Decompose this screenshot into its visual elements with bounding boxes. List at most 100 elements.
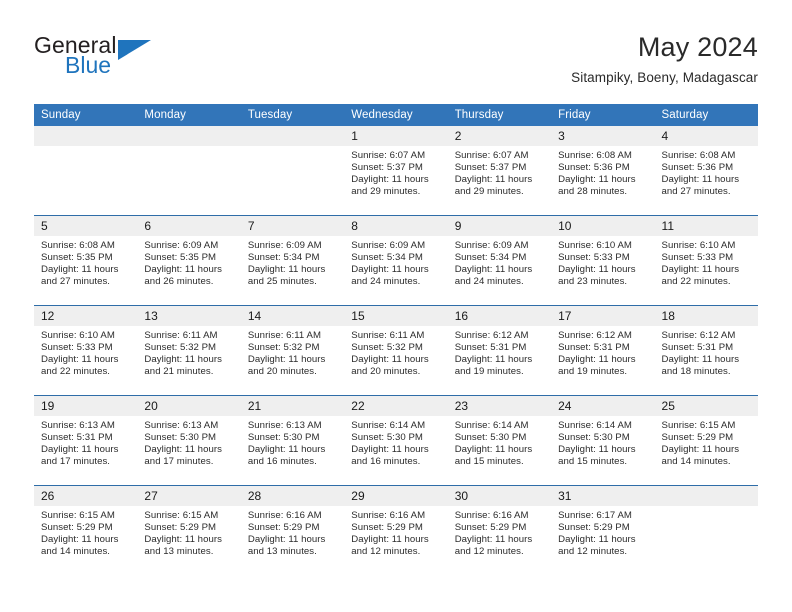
calendar-day-cell[interactable]: 19 Sunrise: 6:13 AM Sunset: 5:31 PM Dayligh… (34, 395, 138, 486)
sunrise-text: Sunrise: 6:13 AM (144, 420, 219, 431)
calendar-day-cell[interactable]: 11 Sunrise: 6:10 AM Sunset: 5:33 PM Dayligh… (654, 215, 758, 306)
daylight-text-line2: and 12 minutes. (558, 546, 628, 558)
daylight-text-line2: and 12 minutes. (454, 546, 524, 558)
calendar-day-cell[interactable]: 17 Sunrise: 6:12 AM Sunset: 5:31 PM Dayligh… (551, 305, 655, 396)
calendar-day-cell[interactable]: 29 Sunrise: 6:16 AM Sunset: 5:29 PM Dayligh… (344, 485, 448, 575)
calendar-day-cell[interactable]: 21 Sunrise: 6:13 AM Sunset: 5:30 PM Dayligh… (240, 395, 345, 486)
day-cell-inner (34, 126, 138, 215)
daylight-text-line1: Daylight: 11 hours (454, 354, 533, 366)
day-cell-inner: 13 Sunrise: 6:11 AM Sunset: 5:32 PM Dayligh… (137, 306, 241, 395)
calendar-day-cell[interactable]: 26 Sunrise: 6:15 AM Sunset: 5:29 PM Dayligh… (34, 485, 138, 575)
daylight-text-line2: and 19 minutes. (454, 366, 524, 378)
calendar-day-cell[interactable]: 27 Sunrise: 6:15 AM Sunset: 5:29 PM Dayligh… (137, 485, 241, 575)
daylight-text-line2: and 14 minutes. (661, 456, 731, 468)
daylight-text-line1: Daylight: 11 hours (558, 174, 636, 186)
calendar-day-cell[interactable]: 4 Sunrise: 6:08 AM Sunset: 5:36 PM Daylight… (654, 126, 758, 216)
calendar-day-cell[interactable]: 18 Sunrise: 6:12 AM Sunset: 5:31 PM Dayligh… (654, 305, 758, 396)
calendar-day-cell[interactable]: 23 Sunrise: 6:14 AM Sunset: 5:30 PM Dayligh… (447, 395, 552, 486)
calendar-week-row: 1 Sunrise: 6:07 AM Sunset: 5:37 PM Daylight… (34, 126, 758, 216)
daylight-text-line2: and 16 minutes. (247, 456, 317, 468)
sunset-text: Sunset: 5:29 PM (661, 432, 734, 444)
page-subtitle: Sitampiky, Boeny, Madagascar (571, 70, 758, 85)
day-number: 2 (447, 126, 552, 146)
logo-text-blue: Blue (65, 52, 112, 78)
day-cell-inner: 19 Sunrise: 6:13 AM Sunset: 5:31 PM Dayligh… (34, 396, 138, 485)
sunset-text: Sunset: 5:33 PM (41, 342, 113, 354)
day-cell-inner: 22 Sunrise: 6:14 AM Sunset: 5:30 PM Dayligh… (344, 396, 448, 485)
day-cell-inner: 30 Sunrise: 6:16 AM Sunset: 5:29 PM Dayligh… (447, 486, 552, 575)
day-cell-details: Sunrise: 6:14 AM Sunset: 5:30 PM Daylight:… (551, 416, 654, 468)
calendar-day-cell[interactable]: 28 Sunrise: 6:16 AM Sunset: 5:29 PM Dayligh… (240, 485, 345, 575)
day-number: 9 (447, 216, 552, 236)
calendar-day-cell[interactable]: 14 Sunrise: 6:11 AM Sunset: 5:32 PM Dayligh… (240, 305, 345, 396)
daylight-text-line1: Daylight: 11 hours (454, 444, 533, 456)
calendar-day-cell[interactable]: 5 Sunrise: 6:08 AM Sunset: 5:35 PM Daylight… (34, 215, 138, 306)
sunrise-text: Sunrise: 6:11 AM (351, 330, 425, 341)
calendar-day-cell[interactable]: 30 Sunrise: 6:16 AM Sunset: 5:29 PM Dayligh… (447, 485, 552, 575)
sunset-text: Sunset: 5:34 PM (351, 252, 423, 264)
calendar-week-row: 19 Sunrise: 6:13 AM Sunset: 5:31 PM Dayligh… (34, 395, 758, 486)
daylight-text-line2: and 15 minutes. (558, 456, 628, 468)
calendar-day-cell[interactable]: 13 Sunrise: 6:11 AM Sunset: 5:32 PM Dayligh… (137, 305, 241, 396)
daylight-text-line2: and 13 minutes. (144, 546, 214, 558)
daylight-text-line2: and 21 minutes. (144, 366, 214, 378)
calendar-day-cell[interactable]: 16 Sunrise: 6:12 AM Sunset: 5:31 PM Dayligh… (447, 305, 552, 396)
calendar-day-cell[interactable]: 7 Sunrise: 6:09 AM Sunset: 5:34 PM Daylight… (240, 215, 345, 306)
sunset-text: Sunset: 5:29 PM (351, 522, 423, 534)
weekday-header-friday: Friday (551, 104, 655, 126)
calendar-day-cell[interactable]: 15 Sunrise: 6:11 AM Sunset: 5:32 PM Dayligh… (344, 305, 448, 396)
sunrise-text: Sunrise: 6:09 AM (351, 240, 426, 251)
general-blue-logo[interactable]: General Blue (34, 34, 254, 92)
calendar-day-cell[interactable]: 24 Sunrise: 6:14 AM Sunset: 5:30 PM Dayligh… (551, 395, 655, 486)
sunset-text: Sunset: 5:30 PM (558, 432, 630, 444)
calendar-day-cell[interactable]: 2 Sunrise: 6:07 AM Sunset: 5:37 PM Daylight… (447, 126, 552, 216)
daylight-text-line2: and 17 minutes. (41, 456, 111, 468)
calendar-day-cell[interactable]: 20 Sunrise: 6:13 AM Sunset: 5:30 PM Dayligh… (137, 395, 241, 486)
day-cell-details: Sunrise: 6:14 AM Sunset: 5:30 PM Daylight:… (448, 416, 551, 468)
day-cell-inner: 12 Sunrise: 6:10 AM Sunset: 5:33 PM Dayligh… (34, 306, 138, 395)
day-cell-details: Sunrise: 6:09 AM Sunset: 5:34 PM Daylight:… (241, 236, 344, 288)
sunset-text: Sunset: 5:29 PM (144, 522, 217, 534)
calendar-day-cell[interactable]: 8 Sunrise: 6:09 AM Sunset: 5:34 PM Daylight… (344, 215, 448, 306)
sunset-text: Sunset: 5:35 PM (144, 252, 217, 264)
sunrise-text: Sunrise: 6:07 AM (454, 150, 529, 161)
weekday-header-saturday: Saturday (654, 104, 758, 126)
day-number: 21 (240, 396, 345, 416)
daylight-text-line1: Daylight: 11 hours (351, 174, 429, 186)
sunset-text: Sunset: 5:32 PM (247, 342, 320, 354)
daylight-text-line2: and 24 minutes. (351, 276, 421, 288)
day-number: 3 (551, 126, 655, 146)
day-cell-inner: 10 Sunrise: 6:10 AM Sunset: 5:33 PM Dayligh… (551, 216, 655, 305)
logo-triangle-icon (118, 40, 151, 60)
calendar-day-cell[interactable]: 10 Sunrise: 6:10 AM Sunset: 5:33 PM Dayligh… (551, 215, 655, 306)
day-cell-details: Sunrise: 6:09 AM Sunset: 5:34 PM Daylight:… (344, 236, 447, 288)
calendar-day-cell[interactable]: 1 Sunrise: 6:07 AM Sunset: 5:37 PM Daylight… (344, 126, 448, 216)
day-cell-details: Sunrise: 6:17 AM Sunset: 5:29 PM Daylight:… (551, 506, 654, 558)
day-cell-details: Sunrise: 6:07 AM Sunset: 5:37 PM Daylight:… (344, 146, 447, 198)
day-number (137, 126, 241, 146)
sunrise-text: Sunrise: 6:14 AM (351, 420, 426, 431)
calendar-day-cell[interactable]: 25 Sunrise: 6:15 AM Sunset: 5:29 PM Dayligh… (654, 395, 758, 486)
daylight-text-line1: Daylight: 11 hours (144, 444, 222, 456)
sunrise-text: Sunrise: 6:10 AM (41, 330, 115, 341)
day-cell-inner (137, 126, 241, 215)
day-cell-details: Sunrise: 6:10 AM Sunset: 5:33 PM Daylight:… (34, 326, 137, 378)
daylight-text-line2: and 24 minutes. (454, 276, 524, 288)
calendar-day-cell[interactable]: 12 Sunrise: 6:10 AM Sunset: 5:33 PM Dayligh… (34, 305, 138, 396)
calendar-day-cell[interactable]: 3 Sunrise: 6:08 AM Sunset: 5:36 PM Daylight… (551, 126, 655, 216)
calendar-day-cell[interactable]: 9 Sunrise: 6:09 AM Sunset: 5:34 PM Daylight… (447, 215, 552, 306)
sunset-text: Sunset: 5:31 PM (661, 342, 734, 354)
sunset-text: Sunset: 5:31 PM (41, 432, 113, 444)
sunrise-text: Sunrise: 6:09 AM (247, 240, 322, 251)
calendar-day-cell[interactable]: 6 Sunrise: 6:09 AM Sunset: 5:35 PM Daylight… (137, 215, 241, 306)
day-cell-inner: 9 Sunrise: 6:09 AM Sunset: 5:34 PM Daylight… (447, 216, 552, 305)
daylight-text-line1: Daylight: 11 hours (661, 264, 740, 276)
daylight-text-line1: Daylight: 11 hours (558, 534, 636, 546)
calendar-day-cell[interactable]: 22 Sunrise: 6:14 AM Sunset: 5:30 PM Dayligh… (344, 395, 448, 486)
day-number: 11 (654, 216, 758, 236)
day-cell-inner: 3 Sunrise: 6:08 AM Sunset: 5:36 PM Daylight… (551, 126, 655, 215)
weekday-header-sunday: Sunday (34, 104, 138, 126)
calendar-day-cell[interactable]: 31 Sunrise: 6:17 AM Sunset: 5:29 PM Dayligh… (551, 485, 655, 575)
calendar-week-row: 5 Sunrise: 6:08 AM Sunset: 5:35 PM Daylight… (34, 215, 758, 306)
sunset-text: Sunset: 5:29 PM (41, 522, 113, 534)
